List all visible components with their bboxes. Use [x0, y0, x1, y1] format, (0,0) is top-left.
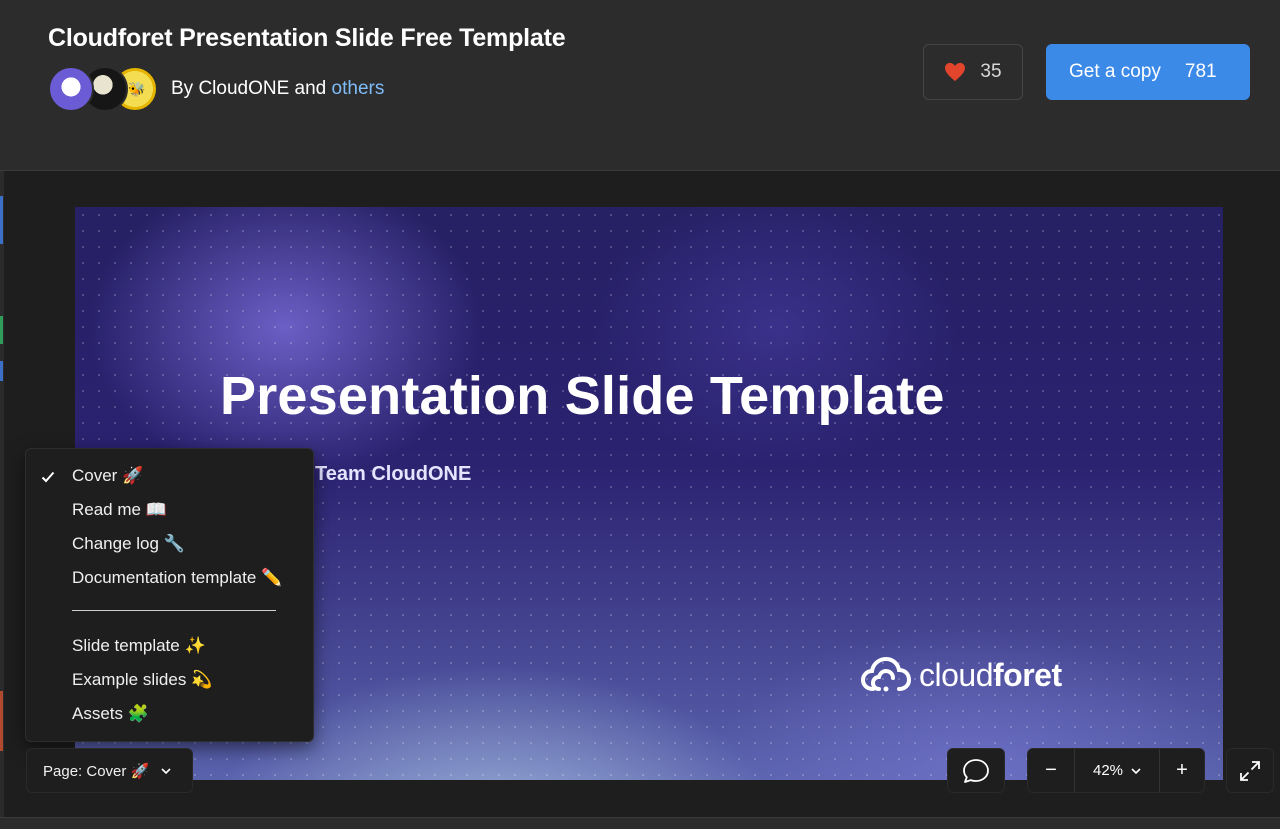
page-menu-item-assets[interactable]: Assets 🧩: [72, 704, 149, 724]
bottom-edge-bar: [0, 817, 1280, 829]
expand-icon: [1240, 760, 1260, 781]
slide-team-name: Team CloudONE: [315, 463, 472, 485]
comment-icon: [963, 758, 989, 783]
page-select-label: Page: Cover 🚀: [43, 762, 150, 780]
get-copy-label: Get a copy: [1069, 61, 1161, 82]
zoom-out-button[interactable]: −: [1028, 749, 1074, 792]
avatar-glyph: 🐝: [128, 81, 146, 97]
others-link[interactable]: others: [332, 78, 385, 99]
contributor-avatars[interactable]: 🐝: [48, 66, 160, 114]
copy-count: 781: [1184, 61, 1217, 82]
chevron-down-icon: [1131, 767, 1141, 774]
byline-text: By CloudONE and: [171, 78, 332, 99]
byline: By CloudONE and others: [171, 78, 384, 100]
heart-icon: [945, 62, 966, 82]
page-menu-item-documentation-template[interactable]: Documentation template ✏️: [72, 568, 282, 588]
page-menu-item-change-log[interactable]: Change log 🔧: [72, 534, 185, 554]
page-menu-item-read-me[interactable]: Read me 📖: [72, 500, 167, 520]
like-count: 35: [980, 61, 1002, 82]
cloudforet-logo: cloudforet: [861, 655, 1062, 695]
comment-button[interactable]: [947, 748, 1005, 793]
logo-word-bold: foret: [993, 656, 1062, 693]
chevron-down-icon: [161, 767, 171, 774]
page-menu-item-cover[interactable]: Cover 🚀: [72, 466, 143, 486]
fullscreen-button[interactable]: [1226, 748, 1274, 793]
logo-word-light: cloud: [919, 656, 994, 693]
logo-wordmark: cloudforet: [919, 657, 1062, 694]
like-button[interactable]: 35: [923, 44, 1023, 100]
zoom-controls: − 42% +: [1027, 748, 1205, 793]
page-select-dropdown[interactable]: Page: Cover 🚀: [26, 748, 193, 793]
zoom-level: 42%: [1092, 762, 1124, 779]
page-menu-separator: [72, 610, 276, 611]
avatar[interactable]: [48, 66, 94, 112]
page-menu: Cover 🚀 Read me 📖 Change log 🔧 Documenta…: [25, 448, 314, 742]
zoom-in-button[interactable]: +: [1160, 749, 1204, 792]
slide-title: Presentation Slide Template: [220, 366, 945, 426]
file-title: Cloudforet Presentation Slide Free Templ…: [48, 24, 566, 52]
cloud-logo-icon: [861, 656, 911, 692]
zoom-level-dropdown[interactable]: 42%: [1076, 749, 1158, 792]
zoom-divider: [1074, 749, 1075, 792]
file-header: Cloudforet Presentation Slide Free Templ…: [0, 0, 1280, 171]
page-menu-item-slide-template[interactable]: Slide template ✨: [72, 636, 206, 656]
page-menu-item-example-slides[interactable]: Example slides 💫: [72, 670, 212, 690]
check-icon: [41, 471, 55, 483]
get-copy-button[interactable]: Get a copy 781: [1046, 44, 1250, 100]
